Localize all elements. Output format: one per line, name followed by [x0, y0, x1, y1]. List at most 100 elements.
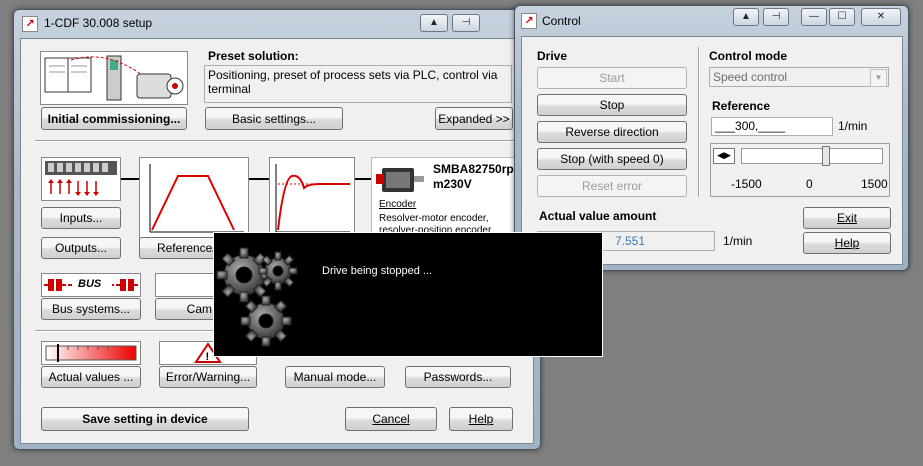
preset-label: Preset solution: — [208, 49, 299, 63]
actual-value-heading: Actual value amount — [539, 209, 657, 223]
slider-mid-label: 0 — [806, 177, 813, 191]
gauge-bar-icon — [45, 344, 137, 362]
actual-values-illustration[interactable] — [41, 341, 141, 365]
bus-systems-illustration[interactable]: BUS — [41, 273, 141, 297]
reset-error-button[interactable]: Reset error — [537, 175, 687, 197]
terminal-block-illustration[interactable] — [41, 157, 121, 201]
encoder-heading: Encoder — [379, 199, 417, 210]
pin-icon[interactable]: ⊣ — [763, 8, 789, 26]
ramp-illustration[interactable] — [139, 157, 249, 243]
stop-with-speed-label: Stop (with speed 0) — [560, 152, 664, 166]
initial-commissioning-label: Initial commissioning... — [47, 111, 181, 126]
actual-values-button[interactable]: Actual values ... — [41, 366, 141, 388]
step-response-illustration[interactable] — [269, 157, 355, 243]
actual-value-unit: 1/min — [723, 234, 753, 248]
error-warning-button[interactable]: Error/Warning... — [159, 366, 257, 388]
basic-settings-label: Basic settings... — [231, 111, 317, 126]
bus-label: BUS — [78, 278, 102, 290]
book-motor-illustration-icon — [44, 55, 184, 101]
encoder-line-1: Resolver-motor encoder, — [379, 213, 489, 224]
manual-mode-label: Manual mode... — [293, 370, 377, 384]
chevron-down-icon: ▼ — [870, 69, 887, 87]
reverse-direction-button[interactable]: Reverse direction — [537, 121, 687, 143]
slider-step-buttons[interactable]: ◀▶ — [713, 148, 735, 164]
start-button[interactable]: Start — [537, 67, 687, 89]
motor-name: SMBA82750rp — [433, 162, 514, 176]
help-label: Help — [834, 236, 860, 250]
control-mode-select[interactable]: Speed control ▼ — [709, 67, 889, 87]
slider-thumb[interactable] — [822, 146, 830, 166]
bus-systems-label: Bus systems... — [51, 302, 131, 316]
motor-icon — [376, 168, 424, 192]
reference-input[interactable]: ___300,____ — [711, 117, 833, 136]
svg-text:!: ! — [206, 351, 210, 363]
cancel-button[interactable]: Cancel — [345, 407, 437, 431]
connector-line — [121, 178, 139, 180]
save-setting-label: Save setting in device — [82, 412, 208, 426]
rollup-up-icon[interactable]: ▲ — [420, 14, 448, 32]
maximize-icon[interactable]: ☐ — [829, 8, 855, 26]
exit-label: Exit — [836, 211, 857, 225]
control-mode-value: Speed control — [713, 70, 788, 84]
stop-label: Stop — [599, 98, 625, 112]
separator — [35, 140, 521, 142]
control-window-title: Control — [542, 14, 581, 28]
actual-values-label: Actual values ... — [48, 370, 134, 384]
busy-dialog: Drive being stopped ... — [213, 232, 603, 357]
error-warning-label: Error/Warning... — [165, 370, 251, 384]
inputs-label: Inputs... — [59, 211, 103, 225]
help-button[interactable]: Help — [449, 407, 513, 431]
setup-window: ↗ 1-CDF 30.008 setup ▲ ⊣ Preset solution… — [13, 9, 541, 450]
exit-button[interactable]: Exit — [803, 207, 891, 229]
drive-heading: Drive — [537, 49, 568, 63]
reverse-direction-label: Reverse direction — [565, 125, 659, 139]
outputs-label: Outputs... — [54, 241, 108, 255]
cam-label: Cam — [186, 302, 212, 316]
slider-min-label: -1500 — [731, 177, 762, 191]
bus-systems-button[interactable]: Bus systems... — [41, 298, 141, 320]
gears-icon — [216, 247, 298, 347]
reference-heading: Reference — [712, 99, 771, 113]
setup-window-title: 1-CDF 30.008 setup — [44, 16, 153, 30]
commissioning-illustration[interactable] — [40, 51, 188, 105]
cancel-label: Cancel — [372, 412, 410, 426]
manual-mode-button[interactable]: Manual mode... — [285, 366, 385, 388]
expanded-button[interactable]: Expanded >> — [435, 107, 513, 130]
passwords-button[interactable]: Passwords... — [405, 366, 511, 388]
minimize-icon[interactable]: — — [801, 8, 827, 26]
pin-icon[interactable]: ⊣ — [452, 14, 480, 32]
help-button[interactable]: Help — [803, 232, 891, 254]
passwords-label: Passwords... — [423, 370, 493, 384]
expanded-label: Expanded >> — [438, 111, 510, 126]
inputs-button[interactable]: Inputs... — [41, 207, 121, 229]
divider — [698, 47, 700, 197]
outputs-button[interactable]: Outputs... — [41, 237, 121, 259]
setup-titlebar[interactable]: ↗ 1-CDF 30.008 setup ▲ ⊣ — [14, 10, 540, 36]
actual-value: 7.551 — [615, 234, 646, 248]
initial-commissioning-button[interactable]: Initial commissioning... — [41, 107, 187, 130]
motor-voltage: m230V — [433, 177, 472, 191]
start-label: Start — [599, 71, 625, 85]
save-setting-button[interactable]: Save setting in device — [41, 407, 249, 431]
control-client: Drive Start Stop Reverse direction Stop … — [521, 36, 903, 265]
busy-message: Drive being stopped ... — [322, 265, 433, 277]
step-response-icon — [275, 164, 350, 233]
reset-error-label: Reset error — [581, 179, 643, 193]
cam-illustration[interactable] — [155, 273, 215, 297]
preset-value-field: Positioning, preset of process sets via … — [204, 65, 512, 103]
rollup-up-icon[interactable]: ▲ — [733, 8, 759, 26]
close-icon[interactable]: ✕ — [861, 8, 901, 26]
lenze-logo-icon: ↗ — [521, 13, 537, 29]
cam-button[interactable]: Cam — [155, 298, 215, 320]
control-titlebar[interactable]: ↗ Control ▲ ⊣ — ☐ ✕ — [515, 6, 908, 32]
connector-line — [249, 178, 269, 180]
motor-panel[interactable]: SMBA82750rp m230V Encoder Resolver-motor… — [371, 157, 515, 243]
stop-with-speed-button[interactable]: Stop (with speed 0) — [537, 148, 687, 170]
lenze-logo-icon: ↗ — [22, 16, 38, 32]
control-mode-heading: Control mode — [709, 49, 787, 63]
ramp-chart-icon — [149, 164, 244, 233]
slider-track[interactable] — [741, 148, 883, 164]
stop-button[interactable]: Stop — [537, 94, 687, 116]
basic-settings-button[interactable]: Basic settings... — [205, 107, 343, 130]
help-label: Help — [468, 412, 494, 426]
